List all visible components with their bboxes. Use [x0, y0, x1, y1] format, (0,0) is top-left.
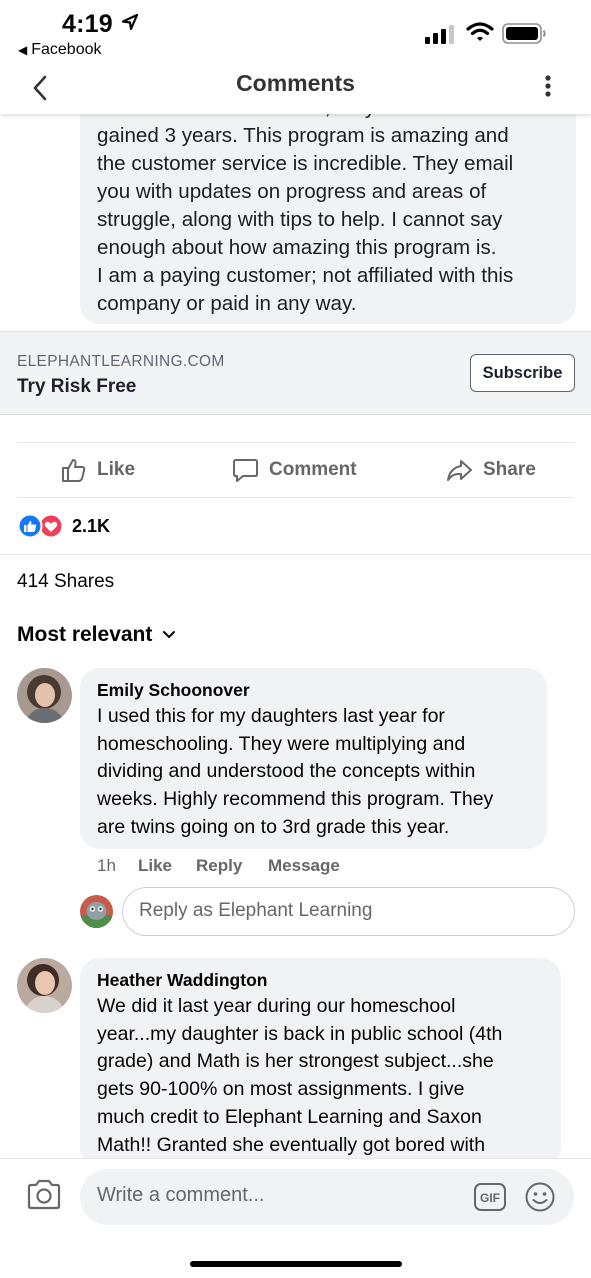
- signal-icon: [425, 25, 454, 44]
- comment-text-line: I used this for my daughters last year f…: [97, 705, 445, 727]
- divider: [17, 442, 574, 443]
- back-app-label: Facebook: [31, 41, 102, 58]
- post-text-line: you with updates on progress and areas o…: [97, 180, 487, 203]
- post-text-line: gained 3 years. This program is amazing …: [97, 124, 509, 147]
- subscribe-button[interactable]: Subscribe: [470, 354, 575, 392]
- avatar[interactable]: [17, 668, 72, 723]
- comment-reply-button[interactable]: Reply: [196, 856, 242, 876]
- reply-placeholder: Reply as Elephant Learning: [139, 900, 373, 921]
- comment-text-line: homeschooling. They were multiplying and: [97, 732, 466, 755]
- sort-dropdown[interactable]: Most relevant: [17, 623, 176, 647]
- page-title: Comments: [236, 70, 355, 96]
- thumbs-up-icon: [62, 458, 86, 482]
- post-text-line: company or paid in any way.: [97, 292, 357, 315]
- comment-text-line: are twins going on to 3rd grade this yea…: [97, 815, 450, 838]
- comment-composer: Write a comment... GIF: [0, 1158, 591, 1278]
- post-text-line: I am a paying customer; not affiliated w…: [97, 264, 514, 287]
- sort-label: Most relevant: [17, 623, 153, 646]
- chevron-down-icon: [163, 631, 176, 638]
- reaction-count: 2.1K: [72, 515, 111, 536]
- comment-text-line: year...my daughter is back in public sch…: [97, 1022, 503, 1045]
- reactions-summary[interactable]: 2.1K: [17, 512, 110, 540]
- camera-icon[interactable]: [26, 1179, 62, 1211]
- link-title: Try Risk Free: [17, 376, 137, 397]
- link-preview-card[interactable]: ELEPHANTLEARNING.COM Try Risk Free Subsc…: [0, 331, 591, 415]
- home-indicator[interactable]: [190, 1261, 402, 1267]
- comment-author[interactable]: Emily Schoonover: [97, 680, 250, 701]
- comment-message-button[interactable]: Message: [268, 856, 340, 876]
- comment-text-line: Math!! Granted she eventually got bored …: [97, 1133, 486, 1156]
- gif-icon[interactable]: GIF: [473, 1181, 507, 1213]
- comment-input[interactable]: Write a comment... GIF: [80, 1169, 574, 1225]
- comment-icon: [233, 458, 258, 482]
- avatar[interactable]: [17, 958, 72, 1013]
- share-label: Share: [483, 459, 536, 480]
- divider: [17, 497, 574, 498]
- post-text-line: struggle, along with tips to help. I can…: [97, 208, 503, 231]
- reply-input[interactable]: Reply as Elephant Learning: [122, 887, 575, 936]
- share-arrow-icon: [447, 459, 472, 481]
- comment-text-line: grade) and Math is her strongest subject…: [97, 1050, 494, 1073]
- like-button[interactable]: Like: [60, 452, 135, 488]
- comment-timestamp: 1h: [97, 856, 116, 875]
- share-button[interactable]: Share: [446, 452, 536, 488]
- page-avatar: [80, 895, 113, 928]
- back-triangle-icon: ◀: [18, 43, 28, 57]
- link-domain: ELEPHANTLEARNING.COM: [17, 353, 225, 370]
- comments-navbar: Comments: [0, 66, 591, 114]
- post-text: the end of the first month, they had eac…: [97, 94, 572, 318]
- battery-icon: [502, 23, 546, 44]
- more-vertical-icon[interactable]: [538, 70, 558, 102]
- wifi-icon: [466, 22, 494, 41]
- comment-text-line: gets 90-100% on most assignments. I give: [97, 1078, 465, 1101]
- gif-label: GIF: [480, 1191, 500, 1205]
- like-label: Like: [97, 459, 136, 480]
- post-text-line: enough about how amazing this program is…: [97, 236, 497, 259]
- comment-label: Comment: [269, 459, 357, 480]
- back-to-app-link[interactable]: ◀ Facebook: [18, 41, 102, 59]
- comment-author[interactable]: Heather Waddington: [97, 970, 267, 991]
- emoji-icon[interactable]: [524, 1181, 556, 1213]
- share-count[interactable]: 414 Shares: [17, 571, 114, 593]
- comment-text-line: weeks. Highly recommend this program. Th…: [97, 788, 494, 811]
- divider: [0, 554, 591, 555]
- comment-button[interactable]: Comment: [232, 452, 357, 488]
- comment-placeholder: Write a comment...: [97, 1184, 265, 1206]
- comment-text: I used this for my daughters last year f…: [97, 703, 493, 842]
- comment-text-line: dividing and understood the concepts wit…: [97, 760, 476, 783]
- like-reaction-icon: [17, 513, 43, 539]
- comment-text: We did it last year during our homeschoo…: [97, 993, 502, 1159]
- status-bar: 4:19 ◀ Facebook: [0, 0, 591, 66]
- post-text-line: the customer service is incredible. They…: [97, 152, 514, 175]
- comment-text-line: We did it last year during our homeschoo…: [97, 995, 456, 1017]
- location-arrow-icon: [121, 13, 139, 31]
- comment-like-button[interactable]: Like: [138, 856, 172, 876]
- comment-text-line: much credit to Elephant Learning and Sax…: [97, 1105, 482, 1128]
- status-time: 4:19: [62, 10, 113, 38]
